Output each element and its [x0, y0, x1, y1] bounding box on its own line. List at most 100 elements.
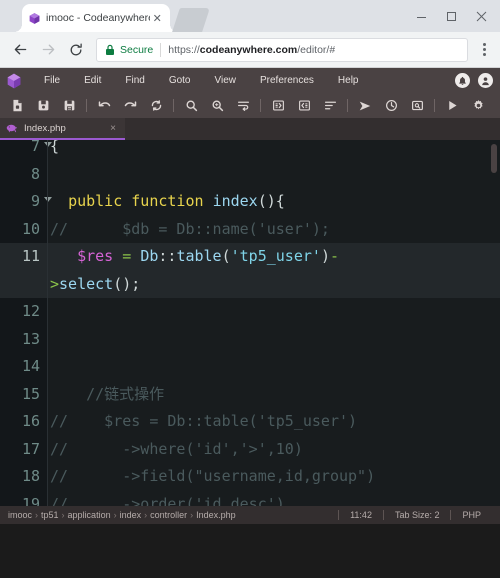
minimize-button[interactable]	[406, 0, 436, 32]
code-token-op: -	[329, 247, 339, 265]
code-content[interactable]: { public function index(){// $db = Db::n…	[48, 140, 500, 506]
code-line-text: // $db = Db::name('user');	[48, 216, 330, 244]
code-line[interactable]: // ->where('id','>',10)	[48, 436, 500, 464]
menu-file[interactable]: File	[32, 68, 72, 93]
new-file-icon[interactable]	[4, 93, 30, 118]
code-line[interactable]: //链式操作	[48, 381, 500, 409]
code-line-text: $res = Db::table('tp5_user')-	[48, 243, 339, 271]
breadcrumb-item[interactable]: Index.php	[196, 510, 236, 520]
code-token-op: >	[50, 274, 60, 293]
menu-edit[interactable]: Edit	[72, 68, 113, 93]
code-line[interactable]: // $res = Db::table('tp5_user')	[48, 408, 500, 436]
code-line[interactable]: public function index(){	[48, 188, 500, 216]
gutter-row[interactable]: 17	[0, 436, 48, 464]
address-bar[interactable]: Secure https://codeanywhere.com/editor/#	[96, 37, 468, 62]
code-token-fn: Db	[140, 247, 159, 265]
search-icon[interactable]	[178, 93, 204, 118]
code-line[interactable]: // $db = Db::name('user');	[48, 216, 500, 244]
forward-button[interactable]	[34, 36, 62, 64]
gutter-row[interactable]: 14	[0, 353, 48, 381]
browser-menu-button[interactable]	[474, 43, 494, 56]
code-line[interactable]: {	[48, 140, 500, 161]
code-line[interactable]: // ->order('id desc')	[48, 491, 500, 507]
code-line[interactable]: $res = Db::table('tp5_user')-	[48, 243, 500, 271]
notifications-bell-icon[interactable]	[455, 73, 470, 88]
redo-icon[interactable]	[117, 93, 143, 118]
gutter-row[interactable]: 11	[0, 243, 48, 271]
gutter-row[interactable]: 10	[0, 216, 48, 244]
new-tab-button[interactable]	[172, 8, 210, 32]
gutter-row[interactable]: 18	[0, 463, 48, 491]
vertical-scrollbar[interactable]	[491, 143, 497, 173]
gutter-row[interactable]: 7	[0, 140, 52, 161]
maximize-button[interactable]	[436, 0, 466, 32]
reload-button[interactable]	[62, 36, 90, 64]
menu-help[interactable]: Help	[326, 68, 371, 93]
line-number: 13	[21, 329, 40, 348]
status-language[interactable]: PHP	[451, 510, 492, 520]
code-line[interactable]: >select();	[48, 270, 500, 298]
status-tab-size[interactable]: Tab Size: 2	[384, 510, 451, 520]
outdent-icon[interactable]	[291, 93, 317, 118]
indent-icon[interactable]	[265, 93, 291, 118]
gutter-row[interactable]: 19	[0, 491, 48, 507]
breadcrumb-item[interactable]: imooc	[8, 510, 32, 520]
code-line[interactable]: // ->field("username,id,group")	[48, 463, 500, 491]
close-button[interactable]	[466, 0, 496, 32]
save-icon[interactable]	[30, 93, 56, 118]
history-icon[interactable]	[378, 93, 404, 118]
breadcrumb-item[interactable]: application	[68, 510, 111, 520]
line-number: 12	[21, 302, 40, 320]
breadcrumb-item[interactable]: controller	[150, 510, 187, 520]
refresh-icon[interactable]	[143, 93, 169, 118]
url-text: https://codeanywhere.com/editor/#	[168, 44, 335, 56]
browser-tab[interactable]: imooc - Codeanywhere ✕	[22, 4, 170, 32]
browser-tab-close-icon[interactable]: ✕	[150, 12, 164, 25]
gutter-row[interactable]: 9	[0, 188, 52, 216]
user-account-icon[interactable]	[478, 73, 493, 88]
run-icon[interactable]	[439, 93, 465, 118]
gutter-row[interactable]: 16	[0, 408, 48, 436]
code-line-text: {	[48, 140, 59, 161]
search-replace-icon[interactable]	[204, 93, 230, 118]
breadcrumb-item[interactable]: tp51	[41, 510, 59, 520]
word-wrap-icon[interactable]	[230, 93, 256, 118]
code-token-pl: ::	[158, 247, 177, 265]
undo-icon[interactable]	[91, 93, 117, 118]
editor-tab-bar: Index.php ×	[0, 118, 500, 140]
menu-preferences[interactable]: Preferences	[248, 68, 326, 93]
code-token-pl: {	[50, 140, 60, 155]
breadcrumb-separator: ›	[144, 510, 148, 520]
code-line[interactable]	[48, 161, 500, 189]
menu-find[interactable]: Find	[113, 68, 156, 93]
code-line[interactable]	[48, 298, 500, 326]
gutter-row[interactable]	[0, 270, 48, 298]
code-editor[interactable]: 7891011121314151617181920212223 { public…	[0, 140, 500, 506]
breadcrumb-item[interactable]: index	[120, 510, 142, 520]
menu-goto[interactable]: Goto	[157, 68, 203, 93]
gutter-row[interactable]: 12	[0, 298, 48, 326]
gutter-row[interactable]: 13	[0, 326, 48, 354]
editor-tab-close-icon[interactable]: ×	[107, 123, 119, 134]
editor-tab-index-php[interactable]: Index.php ×	[0, 118, 125, 140]
gutter-row[interactable]: 15	[0, 381, 48, 409]
url-scheme: https://	[168, 43, 200, 56]
breadcrumb[interactable]: imooc › tp51 › application › index › controller ›…	[8, 510, 236, 520]
save-all-icon[interactable]	[56, 93, 82, 118]
menu-view[interactable]: View	[203, 68, 249, 93]
code-token-cm: // ->field("username,id,group")	[50, 467, 376, 485]
status-bar-right: 11:42 Tab Size: 2 PHP	[338, 510, 492, 520]
code-line[interactable]	[48, 326, 500, 354]
settings-gear-icon[interactable]	[465, 93, 491, 118]
code-token-pl: ();	[113, 274, 141, 293]
back-button[interactable]	[6, 36, 34, 64]
gutter-row[interactable]: 8	[0, 161, 48, 189]
code-line[interactable]	[48, 353, 500, 381]
preview-icon[interactable]	[404, 93, 430, 118]
format-lines-icon[interactable]	[317, 93, 343, 118]
code-line-text: // $res = Db::table('tp5_user')	[48, 408, 357, 436]
send-icon[interactable]	[352, 93, 378, 118]
